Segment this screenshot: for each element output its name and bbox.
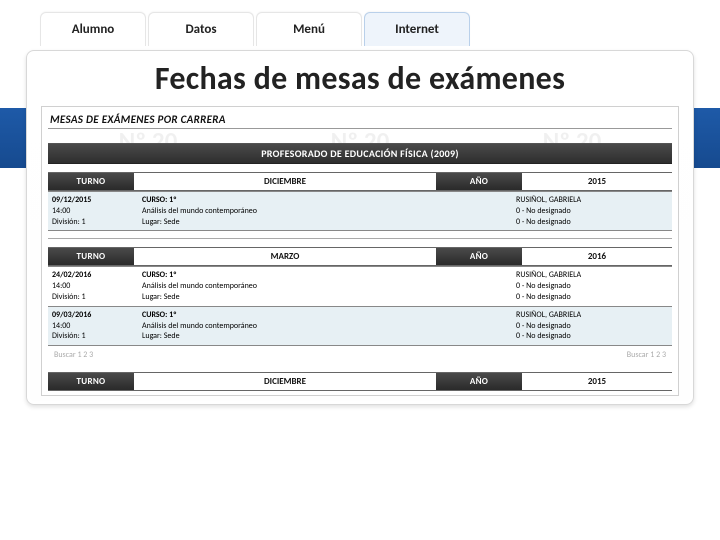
hdr-turno: TURNO: [48, 373, 134, 390]
hdr-turno: TURNO: [48, 248, 134, 265]
hdr-month: DICIEMBRE: [134, 373, 436, 390]
slide: Alumno Datos Menú Internet Fechas de mes…: [0, 0, 720, 415]
course: CURSO: 1º: [142, 310, 508, 321]
hdr-year: 2016: [522, 248, 672, 265]
cell-date: 24/02/2016 14:00 División: 1: [48, 267, 138, 305]
column-header: TURNO MARZO AÑO 2016: [48, 247, 672, 266]
subject: Análisis del mundo contemporáneo: [142, 206, 508, 217]
hdr-year-label: AÑO: [436, 373, 522, 390]
location: Lugar: Sede: [142, 292, 508, 303]
cell-teachers: RUSIÑOL, GABRIELA 0 - No designado 0 - N…: [512, 267, 672, 305]
report-panel: Nº 20 Nº 20 Nº 20 MESAS DE EXÁMENES POR …: [41, 106, 679, 396]
column-header: TURNO DICIEMBRE AÑO 2015: [48, 172, 672, 191]
location: Lugar: Sede: [142, 331, 508, 342]
exam-row: 09/12/2015 14:00 División: 1 CURSO: 1º A…: [48, 191, 672, 231]
time: 14:00: [52, 281, 134, 292]
hdr-year-label: AÑO: [436, 173, 522, 190]
page-title: Fechas de mesas de exámenes: [41, 57, 679, 102]
teacher-aux: 0 - No designado: [516, 281, 668, 292]
teacher-main: RUSIÑOL, GABRIELA: [516, 195, 668, 206]
section-title: MESAS DE EXÁMENES POR CARRERA: [48, 111, 672, 129]
date: 24/02/2016: [52, 270, 134, 281]
cell-course: CURSO: 1º Análisis del mundo contemporán…: [138, 307, 512, 345]
program-band: PROFESORADO DE EDUCACIÓN FÍSICA (2009): [48, 143, 672, 164]
subject: Análisis del mundo contemporáneo: [142, 321, 508, 332]
teacher-aux: 0 - No designado: [516, 217, 668, 228]
tab-bar: Alumno Datos Menú Internet: [10, 12, 710, 50]
time: 14:00: [52, 321, 134, 332]
cell-course: CURSO: 1º Análisis del mundo contemporán…: [138, 267, 512, 305]
tab-alumno[interactable]: Alumno: [40, 12, 146, 46]
division: División: 1: [52, 331, 134, 342]
teacher-main: RUSIÑOL, GABRIELA: [516, 310, 668, 321]
cell-course: CURSO: 1º Análisis del mundo contemporán…: [138, 192, 512, 230]
tab-internet[interactable]: Internet: [364, 12, 470, 46]
exam-row: 09/03/2016 14:00 División: 1 CURSO: 1º A…: [48, 306, 672, 346]
cell-date: 09/12/2015 14:00 División: 1: [48, 192, 138, 230]
teacher-aux: 0 - No designado: [516, 206, 668, 217]
course: CURSO: 1º: [142, 195, 508, 206]
hdr-year-label: AÑO: [436, 248, 522, 265]
date: 09/03/2016: [52, 310, 134, 321]
hdr-month: DICIEMBRE: [134, 173, 436, 190]
hdr-month: MARZO: [134, 248, 436, 265]
location: Lugar: Sede: [142, 217, 508, 228]
teacher-aux: 0 - No designado: [516, 292, 668, 303]
teacher-aux: 0 - No designado: [516, 331, 668, 342]
date: 09/12/2015: [52, 195, 134, 206]
subject: Análisis del mundo contemporáneo: [142, 281, 508, 292]
cell-date: 09/03/2016 14:00 División: 1: [48, 307, 138, 345]
division: División: 1: [52, 217, 134, 228]
cell-teachers: RUSIÑOL, GABRIELA 0 - No designado 0 - N…: [512, 307, 672, 345]
division: División: 1: [52, 292, 134, 303]
course: CURSO: 1º: [142, 270, 508, 281]
content-sheet: Fechas de mesas de exámenes Nº 20 Nº 20 …: [26, 50, 694, 405]
column-header: TURNO DICIEMBRE AÑO 2015: [48, 372, 672, 391]
hdr-year: 2015: [522, 173, 672, 190]
row-separator: [48, 231, 672, 239]
hdr-year: 2015: [522, 373, 672, 390]
exam-row: 24/02/2016 14:00 División: 1 CURSO: 1º A…: [48, 266, 672, 305]
time: 14:00: [52, 206, 134, 217]
pager-right[interactable]: Buscar 1 2 3: [627, 350, 666, 360]
teacher-aux: 0 - No designado: [516, 321, 668, 332]
teacher-main: RUSIÑOL, GABRIELA: [516, 270, 668, 281]
pager-row: Buscar 1 2 3 Buscar 1 2 3: [48, 346, 672, 364]
tab-datos[interactable]: Datos: [148, 12, 254, 46]
cell-teachers: RUSIÑOL, GABRIELA 0 - No designado 0 - N…: [512, 192, 672, 230]
tab-menu[interactable]: Menú: [256, 12, 362, 46]
hdr-turno: TURNO: [48, 173, 134, 190]
pager-left[interactable]: Buscar 1 2 3: [54, 350, 93, 360]
